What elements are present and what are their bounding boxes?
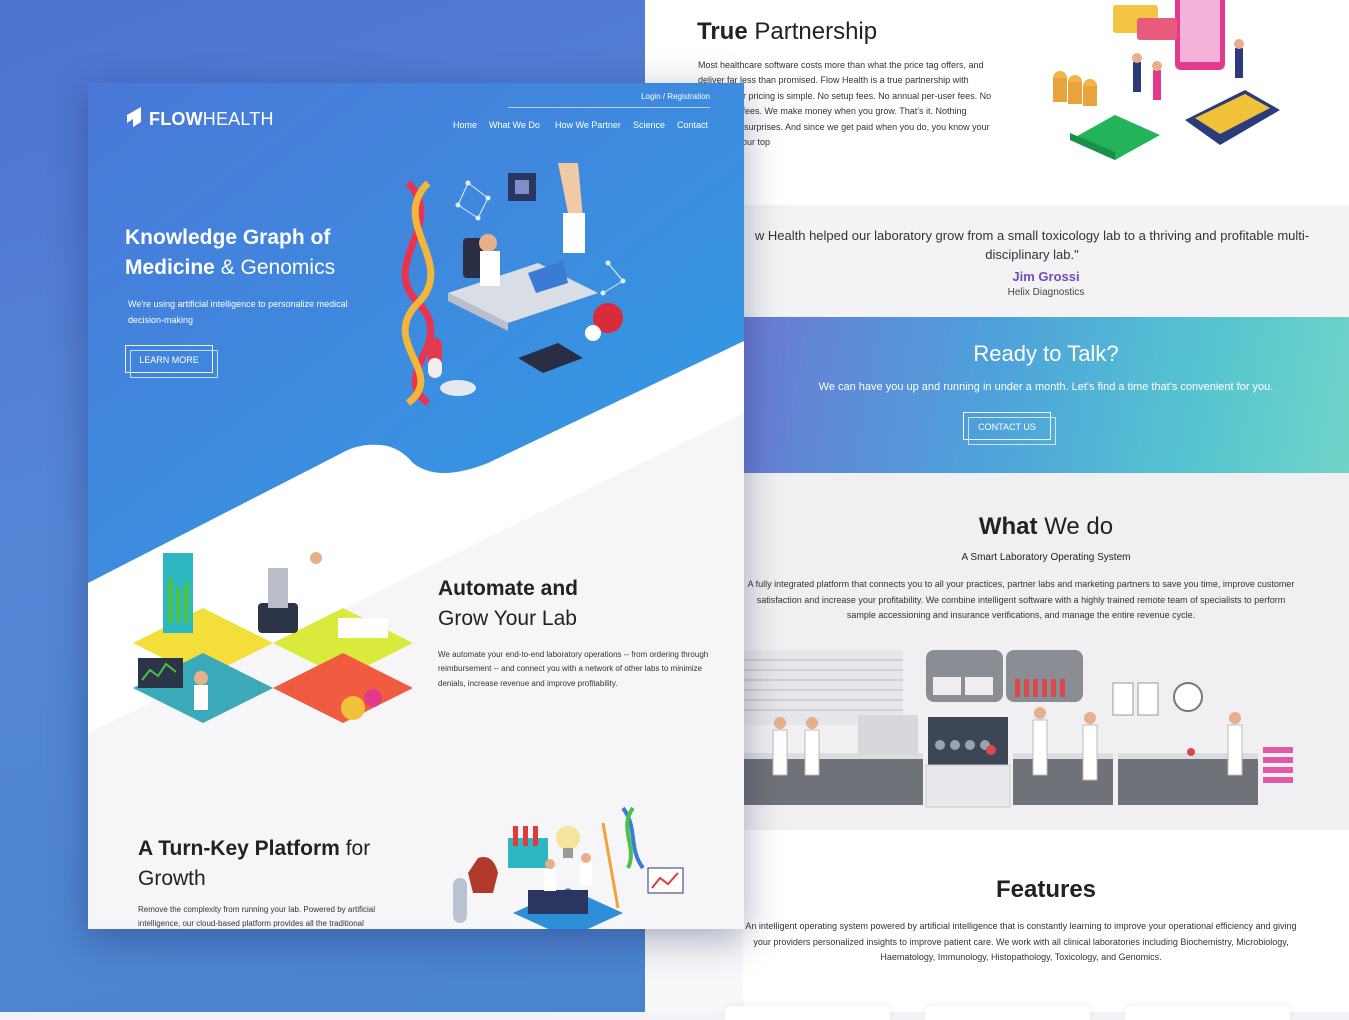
lab-grid-illustration [133,552,413,723]
partnership-section: True Partnership Most healthcare softwar… [645,0,1349,205]
ready-to-talk-title: Ready to Talk? [973,341,1119,366]
features-title: Features [995,876,1097,903]
nav-contact[interactable]: Contact [677,120,708,130]
nav-home[interactable]: Home [453,120,477,130]
what-we-do-section: What We do A Smart Laboratory Operating … [743,473,1349,830]
nav-divider [508,107,710,108]
hero-title: Knowledge Graph of Medicine & Genomics [125,226,336,279]
features-description: An intelligent operating system powered … [745,921,1297,962]
logo-icon [127,107,141,127]
homepage-mockup: FLOWHEALTH Login / Registration Home Wha… [88,83,744,929]
payment-illustration [1053,0,1280,160]
partnership-title: True Partnership [697,18,878,45]
testimonial-company: Helix Diagnostics [1007,287,1085,298]
testimonial-quote: w Health helped our laboratory grow from… [754,228,1310,262]
ready-to-talk-text: We can have you up and running in under … [818,381,1274,393]
feature-card[interactable] [725,1006,890,1020]
login-link[interactable]: Login / Registration [641,92,710,101]
laboratory-illustration [743,650,1293,808]
automate-text: We automate your end-to-end laboratory o… [438,650,709,688]
nav-science[interactable]: Science [633,120,665,130]
turnkey-title: A Turn-Key Platform for Growth [138,837,371,890]
nav-what-we-do[interactable]: What We Do [489,120,540,130]
what-we-do-title: What We do [978,513,1114,540]
what-we-do-description: A fully integrated platform that connect… [747,579,1295,620]
contact-us-button[interactable]: CONTACT US [963,412,1056,445]
testimonial-author: Jim Grossi [1012,269,1080,284]
learn-more-button[interactable]: LEARN MORE [125,345,218,378]
automate-title: Automate and Grow Your Lab [438,577,579,630]
what-we-do-subtitle: A Smart Laboratory Operating System [961,552,1131,563]
nav-how-we-partner[interactable]: How We Partner [555,120,621,130]
features-section: Features An intelligent operating system… [725,830,1349,1020]
feature-card[interactable] [925,1006,1090,1020]
hero-section: FLOWHEALTH Login / Registration Home Wha… [88,83,744,503]
flow-health-logo[interactable]: FLOWHEALTH [125,107,274,131]
turnkey-text: Remove the complexity from running your … [138,905,375,929]
ready-to-talk-section: Ready to Talk? We can have you up and ru… [743,317,1349,473]
platform-illustration [453,806,684,929]
feature-card[interactable] [1125,1006,1290,1020]
dna-scientist-illustration [401,163,626,406]
testimonial-section: w Health helped our laboratory grow from… [743,205,1349,317]
hero-text: We're using artificial intelligence to p… [128,299,348,325]
